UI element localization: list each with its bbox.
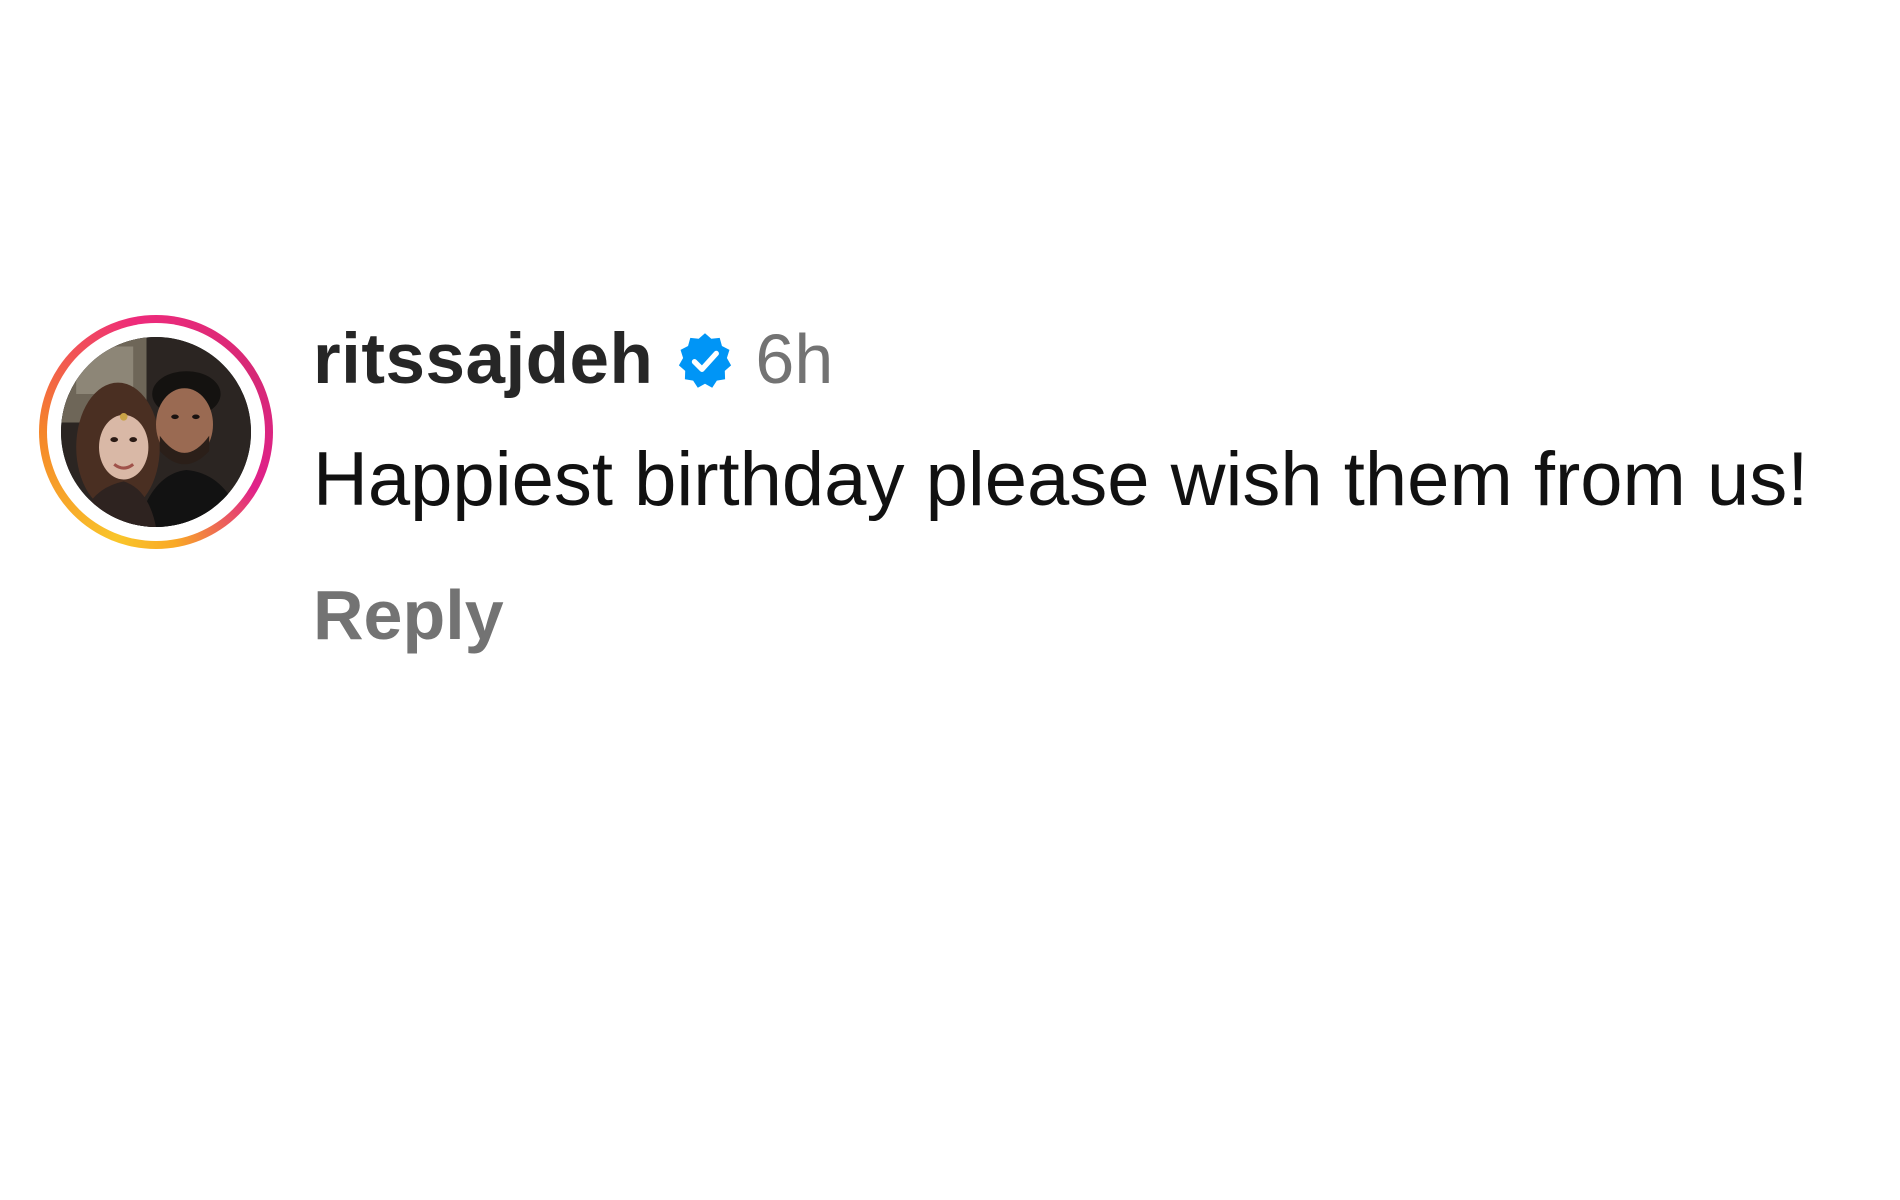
avatar-photo [61, 337, 251, 527]
verified-badge-icon [675, 331, 735, 391]
comment-header: ritssajdeh 6h [313, 318, 1873, 400]
timestamp: 6h [755, 320, 834, 398]
profile-photo [61, 337, 251, 527]
comment-text: Happiest birthday please wish them from … [313, 437, 1809, 522]
reply-button[interactable]: Reply [313, 580, 504, 650]
username-link[interactable]: ritssajdeh [313, 324, 653, 395]
comment-body: ritssajdeh 6h Happiest birthday please w… [313, 318, 1873, 651]
avatar[interactable] [39, 315, 273, 549]
